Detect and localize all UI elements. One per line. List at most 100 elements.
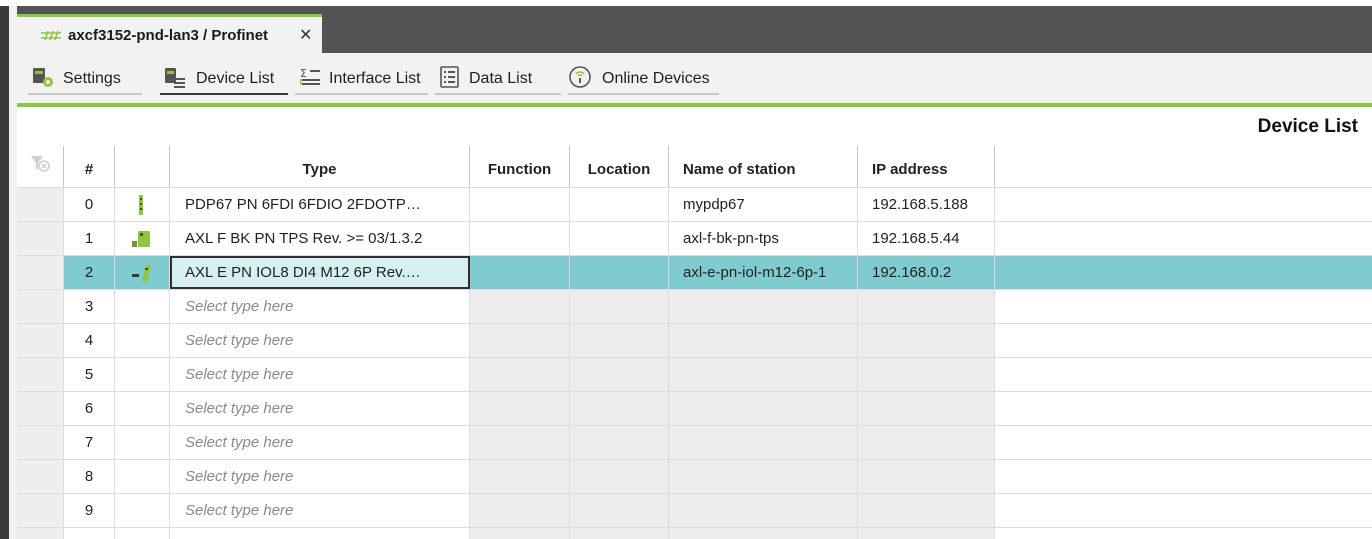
row-ip[interactable]: 192.168.0.2	[858, 256, 995, 289]
filter-icon[interactable]	[30, 154, 50, 174]
col-type[interactable]: Type	[170, 146, 470, 187]
row-ip	[858, 426, 995, 459]
row-type[interactable]: AXL F BK PN TPS Rev. >= 03/1.3.2	[170, 222, 470, 255]
row-icon-cell	[115, 290, 170, 323]
row-handle[interactable]	[17, 188, 64, 221]
page-title: Device List	[1257, 116, 1358, 137]
row-type-placeholder[interactable]: Select type here	[170, 392, 470, 425]
row-ip	[858, 392, 995, 425]
row-ip[interactable]: 192.168.5.44	[858, 222, 995, 255]
row-spacer	[995, 222, 1372, 255]
row-station	[669, 290, 858, 323]
row-station[interactable]: axl-e-pn-iol-m12-6p-1	[669, 256, 858, 289]
row-station	[669, 528, 858, 539]
row-location	[570, 392, 669, 425]
row-function	[470, 460, 570, 493]
row-icon-cell	[115, 256, 170, 289]
row-type-placeholder[interactable]: Select type here	[170, 358, 470, 391]
row-icon-cell	[115, 528, 170, 539]
table-row-selected[interactable]: 2 AXL E PN IOL8 DI4 M12 6P Rev.… axl-e-p…	[17, 256, 1372, 290]
table-row-partial	[17, 528, 1372, 539]
table-row[interactable]: 8 Select type here	[17, 460, 1372, 494]
row-handle[interactable]	[17, 290, 64, 323]
row-location	[570, 494, 669, 527]
row-handle[interactable]	[17, 256, 64, 289]
row-station[interactable]: mypdp67	[669, 188, 858, 221]
left-edge-bar	[0, 6, 9, 539]
row-type-placeholder[interactable]: Select type here	[170, 324, 470, 357]
row-station	[669, 392, 858, 425]
row-function[interactable]	[470, 188, 570, 221]
table-row[interactable]: 4 Select type here	[17, 324, 1372, 358]
device-list-icon	[165, 68, 185, 88]
row-function	[470, 494, 570, 527]
filter-cell[interactable]	[17, 146, 64, 187]
data-list-button[interactable]: Data List	[435, 63, 561, 95]
row-ip	[858, 358, 995, 391]
row-location[interactable]	[570, 188, 669, 221]
online-devices-button[interactable]: Online Devices	[568, 63, 719, 95]
table-row[interactable]: 6 Select type here	[17, 392, 1372, 426]
row-handle[interactable]	[17, 460, 64, 493]
table-row[interactable]: 1 AXL F BK PN TPS Rev. >= 03/1.3.2 axl-f…	[17, 222, 1372, 256]
device-list-label: Device List	[196, 70, 275, 87]
row-station[interactable]: axl-f-bk-pn-tps	[669, 222, 858, 255]
row-ip[interactable]: 192.168.5.188	[858, 188, 995, 221]
row-location[interactable]	[570, 256, 669, 289]
col-location[interactable]: Location	[570, 146, 669, 187]
network-icon	[41, 30, 61, 41]
row-location[interactable]	[570, 222, 669, 255]
col-icon	[115, 146, 170, 187]
pdp67-device-icon	[139, 195, 143, 215]
row-type-placeholder[interactable]: Select type here	[170, 290, 470, 323]
data-list-label: Data List	[469, 70, 533, 87]
row-icon-cell	[115, 188, 170, 221]
table-row[interactable]: 7 Select type here	[17, 426, 1372, 460]
data-list-underline	[435, 93, 561, 95]
settings-underline	[28, 93, 142, 95]
row-type-placeholder[interactable]: Select type here	[170, 460, 470, 493]
col-function[interactable]: Function	[470, 146, 570, 187]
row-handle[interactable]	[17, 324, 64, 357]
row-num: 8	[64, 460, 115, 493]
row-handle[interactable]	[17, 358, 64, 391]
row-type-placeholder[interactable]: Select type here	[170, 426, 470, 459]
row-handle[interactable]	[17, 222, 64, 255]
row-function[interactable]	[470, 256, 570, 289]
row-type-cell	[170, 528, 470, 539]
tab-close-icon[interactable]: ✕	[299, 25, 312, 45]
row-handle[interactable]	[17, 426, 64, 459]
row-function	[470, 358, 570, 391]
row-num: 4	[64, 324, 115, 357]
row-icon-cell	[115, 494, 170, 527]
table-row[interactable]: 0 PDP67 PN 6FDI 6FDIO 2FDOTP… mypdp67 19…	[17, 188, 1372, 222]
row-type[interactable]: AXL E PN IOL8 DI4 M12 6P Rev.…	[170, 256, 470, 289]
row-location	[570, 528, 669, 539]
settings-button[interactable]: Settings	[28, 63, 142, 95]
row-num: 7	[64, 426, 115, 459]
device-list-underline	[160, 93, 288, 95]
table-row[interactable]: 3 Select type here	[17, 290, 1372, 324]
row-icon-cell	[115, 358, 170, 391]
row-spacer	[995, 324, 1372, 357]
row-station	[669, 426, 858, 459]
row-handle[interactable]	[17, 392, 64, 425]
col-ip[interactable]: IP address	[858, 146, 995, 187]
row-num: 6	[64, 392, 115, 425]
device-list-button[interactable]: Device List	[160, 63, 288, 95]
row-type-placeholder[interactable]: Select type here	[170, 494, 470, 527]
table-row[interactable]: 9 Select type here	[17, 494, 1372, 528]
row-spacer	[995, 528, 1372, 539]
interface-list-button[interactable]: Σ Interface List	[295, 63, 428, 95]
row-station	[669, 494, 858, 527]
row-type[interactable]: PDP67 PN 6FDI 6FDIO 2FDOTP…	[170, 188, 470, 221]
row-function	[470, 426, 570, 459]
tab-profinet[interactable]: axcf3152-pnd-lan3 / Profinet ✕	[17, 14, 322, 53]
row-function[interactable]	[470, 222, 570, 255]
table-row[interactable]: 5 Select type here	[17, 358, 1372, 392]
col-station[interactable]: Name of station	[669, 146, 858, 187]
row-handle[interactable]	[17, 494, 64, 527]
row-icon-cell	[115, 324, 170, 357]
col-num[interactable]: #	[64, 146, 115, 187]
interface-list-icon: Σ	[300, 67, 320, 85]
